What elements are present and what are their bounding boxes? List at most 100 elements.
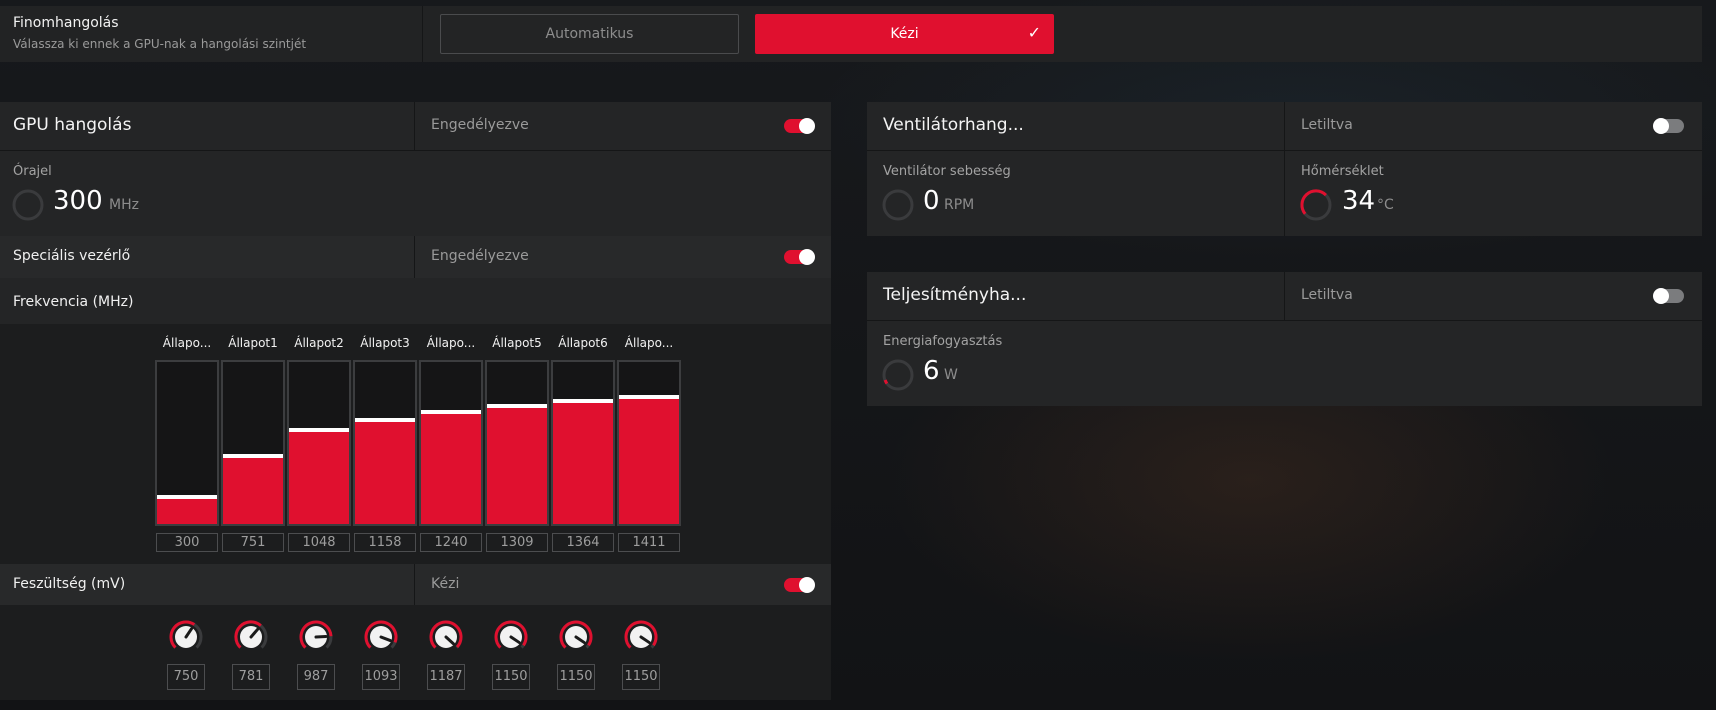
automatic-mode-button[interactable]: Automatikus: [440, 14, 739, 54]
advanced-control-row: Speciális vezérlő Engedélyezve: [0, 236, 831, 278]
power-label: Energiafogyasztás: [883, 334, 1003, 349]
toggle-knob: [799, 577, 815, 593]
frequency-bar-fill: [553, 401, 613, 524]
voltage-value-input[interactable]: 750: [167, 664, 205, 690]
frequency-bar-fill: [223, 456, 283, 524]
voltage-value-input[interactable]: 987: [297, 664, 335, 690]
frequency-slider-handle[interactable]: [289, 428, 349, 432]
frequency-value-input[interactable]: 1411: [618, 533, 680, 552]
frequency-slider-handle[interactable]: [157, 495, 217, 499]
toggle-knob: [799, 249, 815, 265]
manual-mode-button[interactable]: Kézi ✓: [755, 14, 1054, 54]
frequency-slider-handle[interactable]: [355, 418, 415, 422]
voltage-dial-icon[interactable]: [493, 619, 529, 655]
divider: [1284, 272, 1285, 320]
frequency-value-input[interactable]: 1048: [288, 533, 350, 552]
frequency-slider-handle[interactable]: [487, 404, 547, 408]
fan-tuning-toggle[interactable]: [1653, 118, 1684, 134]
performance-tuning-toggle[interactable]: [1653, 288, 1684, 304]
advanced-control-toggle[interactable]: [784, 249, 815, 265]
frequency-slider-handle[interactable]: [553, 399, 613, 403]
frequency-slider-handle[interactable]: [421, 410, 481, 414]
toggle-knob: [1653, 288, 1669, 304]
frequency-slider[interactable]: [287, 360, 351, 526]
advanced-control-label: Speciális vezérlő: [13, 248, 131, 264]
voltage-title: Feszültség (mV): [13, 576, 126, 592]
divider: [414, 564, 415, 605]
frequency-slider[interactable]: [617, 360, 681, 526]
fan-tuning-status: Letiltva: [1301, 117, 1353, 133]
frequency-value-input[interactable]: 1309: [486, 533, 548, 552]
frequency-slider-handle[interactable]: [619, 395, 679, 399]
tuning-subtitle: Válassza ki ennek a GPU-nak a hangolási …: [13, 37, 307, 51]
manual-mode-label: Kézi: [890, 26, 919, 42]
frequency-slider[interactable]: [353, 360, 417, 526]
frequency-bar-fill: [421, 412, 481, 524]
voltage-value-input[interactable]: 781: [232, 664, 270, 690]
power-gauge-icon: [882, 359, 914, 391]
divider: [867, 320, 1702, 321]
fan-speed-unit: RPM: [944, 197, 975, 213]
tuning-title: Finomhangolás: [13, 15, 119, 31]
frequency-value-input[interactable]: 1240: [420, 533, 482, 552]
temperature-value: 34: [1342, 186, 1376, 216]
voltage-dial-icon[interactable]: [623, 619, 659, 655]
divider: [414, 236, 415, 278]
divider: [0, 150, 831, 151]
frequency-slider-handle[interactable]: [223, 454, 283, 458]
toggle-knob: [1653, 118, 1669, 134]
voltage-dial-icon[interactable]: [558, 619, 594, 655]
voltage-states-area: 750 781 987 1093 1187 1150 1150 1150: [0, 605, 831, 700]
frequency-slider[interactable]: [551, 360, 615, 526]
performance-tuning-card: Teljesítményha... Letiltva Energiafogyas…: [867, 272, 1702, 406]
performance-tuning-title: Teljesítményha...: [883, 285, 1027, 305]
divider: [867, 150, 1702, 151]
state-label: Állapot6: [558, 336, 608, 350]
frequency-slider[interactable]: [419, 360, 483, 526]
voltage-toggle[interactable]: [784, 577, 815, 593]
frequency-header: Frekvencia (MHz): [0, 280, 831, 324]
divider: [1284, 102, 1285, 236]
frequency-bar-fill: [619, 397, 679, 524]
gpu-tuning-title: GPU hangolás: [13, 115, 132, 135]
frequency-value-input[interactable]: 300: [156, 533, 218, 552]
frequency-bar-fill: [289, 430, 349, 524]
state-label: Állapot2: [294, 336, 344, 350]
clock-label: Órajel: [13, 164, 52, 179]
frequency-bar-fill: [157, 497, 217, 524]
frequency-slider[interactable]: [485, 360, 549, 526]
frequency-value-input[interactable]: 751: [222, 533, 284, 552]
gpu-tuning-toggle[interactable]: [784, 118, 815, 134]
toggle-knob: [799, 118, 815, 134]
performance-tuning-status: Letiltva: [1301, 287, 1353, 303]
voltage-dial-icon[interactable]: [168, 619, 204, 655]
voltage-dial-icon[interactable]: [428, 619, 464, 655]
voltage-value-input[interactable]: 1150: [557, 664, 595, 690]
divider: [422, 6, 423, 62]
temperature-gauge-icon: [1300, 189, 1332, 221]
clock-value: 300: [53, 186, 103, 216]
divider: [414, 102, 415, 150]
state-label: Állapot5: [492, 336, 542, 350]
fan-speed-label: Ventilátor sebesség: [883, 164, 1011, 179]
state-label: Állapot3: [360, 336, 410, 350]
voltage-dial-icon[interactable]: [233, 619, 269, 655]
voltage-value-input[interactable]: 1150: [622, 664, 660, 690]
voltage-value-input[interactable]: 1093: [362, 664, 400, 690]
voltage-value-input[interactable]: 1150: [492, 664, 530, 690]
voltage-dial-icon[interactable]: [298, 619, 334, 655]
frequency-slider[interactable]: [155, 360, 219, 526]
state-label: Állapo...: [162, 336, 212, 350]
voltage-header: Feszültség (mV) Kézi: [0, 564, 831, 605]
frequency-slider[interactable]: [221, 360, 285, 526]
fan-speed-value: 0: [923, 186, 940, 216]
clock-gauge-icon: [12, 189, 44, 221]
frequency-value-input[interactable]: 1364: [552, 533, 614, 552]
voltage-value-input[interactable]: 1187: [427, 664, 465, 690]
voltage-dial-icon[interactable]: [363, 619, 399, 655]
clock-unit: MHz: [109, 197, 139, 213]
power-unit: W: [944, 367, 958, 383]
power-value: 6: [923, 356, 940, 386]
frequency-value-input[interactable]: 1158: [354, 533, 416, 552]
frequency-title: Frekvencia (MHz): [13, 294, 134, 310]
